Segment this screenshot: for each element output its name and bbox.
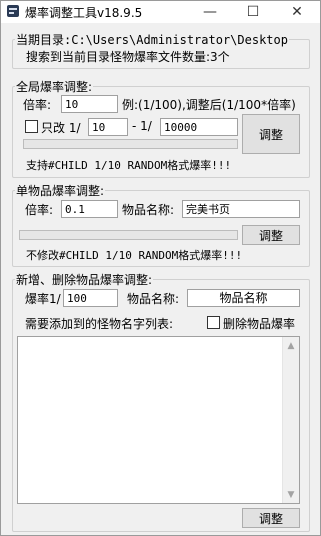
monster-list-scrollbar[interactable]: ▲ ▼ bbox=[282, 337, 299, 503]
max-rate-input[interactable]: 10000 bbox=[160, 118, 238, 136]
file-count-status: 搜索到当前目录怪物爆率文件数量:3个 bbox=[26, 50, 230, 64]
current-dir-legend: 当期目录:C:\Users\Administrator\Desktop bbox=[16, 33, 288, 47]
maximize-button[interactable]: ☐ bbox=[231, 1, 275, 23]
minimize-button[interactable]: — bbox=[188, 1, 232, 23]
monster-list-textarea[interactable]: ▲ ▼ bbox=[17, 336, 300, 504]
min-rate-input[interactable]: 10 bbox=[88, 118, 128, 136]
single-hint-text: 不修改#CHILD 1/10 RANDOM格式爆率!!! bbox=[26, 249, 243, 262]
app-icon bbox=[7, 5, 19, 17]
single-item-name-input[interactable]: 完美书页 bbox=[182, 200, 300, 218]
add-rate-label: 爆率1/ bbox=[25, 292, 61, 306]
add-remove-adjust-button[interactable]: 调整 bbox=[242, 508, 300, 528]
single-progress-bar bbox=[19, 230, 238, 240]
delete-item-label: 删除物品爆率 bbox=[223, 317, 296, 331]
only-change-checkbox[interactable] bbox=[25, 120, 38, 133]
close-button[interactable]: ✕ bbox=[275, 1, 319, 23]
single-adjust-button[interactable]: 调整 bbox=[242, 225, 300, 245]
title-bar[interactable]: 爆率调整工具v18.9.5 — ☐ ✕ bbox=[1, 1, 320, 23]
add-item-name-label: 物品名称: bbox=[127, 292, 180, 306]
add-item-name-input[interactable]: 物品名称 bbox=[187, 289, 300, 307]
single-item-name-label: 物品名称: bbox=[122, 203, 175, 217]
monster-list-label: 需要添加到的怪物名字列表: bbox=[25, 317, 174, 331]
single-item-legend: 单物品爆率调整: bbox=[16, 184, 105, 198]
single-rate-label: 倍率: bbox=[25, 203, 54, 217]
global-hint-text: 支持#CHILD 1/10 RANDOM格式爆率!!! bbox=[26, 159, 232, 172]
global-rate-label: 倍率: bbox=[23, 98, 52, 112]
scroll-down-arrow-icon[interactable]: ▼ bbox=[283, 486, 299, 503]
add-rate-input[interactable]: 100 bbox=[63, 289, 118, 307]
global-example-text: 例:(1/100),调整后(1/100*倍率) bbox=[122, 98, 296, 112]
global-adjust-button[interactable]: 调整 bbox=[242, 114, 300, 154]
scroll-up-arrow-icon[interactable]: ▲ bbox=[283, 337, 299, 354]
single-rate-input[interactable]: 0.1 bbox=[61, 200, 118, 218]
app-window: 爆率调整工具v18.9.5 — ☐ ✕ 当期目录:C:\Users\Admini… bbox=[0, 0, 321, 536]
range-separator: - 1/ bbox=[132, 119, 152, 133]
global-rate-legend: 全局爆率调整: bbox=[16, 80, 93, 94]
global-progress-bar bbox=[23, 139, 238, 149]
global-rate-input[interactable]: 10 bbox=[61, 95, 118, 113]
only-change-label: 只改 1/ bbox=[41, 121, 81, 135]
add-remove-legend: 新增、删除物品爆率调整: bbox=[16, 273, 153, 287]
delete-item-checkbox[interactable] bbox=[207, 316, 220, 329]
window-title: 爆率调整工具v18.9.5 bbox=[25, 6, 143, 20]
